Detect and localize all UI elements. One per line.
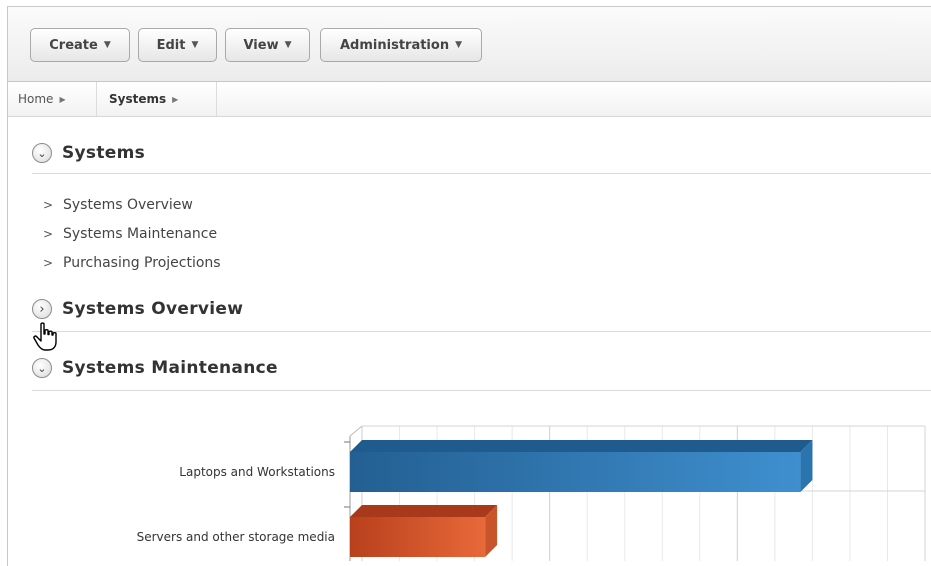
- bar: [350, 517, 486, 557]
- category-label: Laptops and Workstations: [179, 465, 335, 479]
- bar-top-face: [350, 505, 498, 517]
- chart-bars: [350, 440, 813, 557]
- category-label: Servers and other storage media: [137, 530, 335, 544]
- bar: [350, 452, 801, 492]
- axis-line: [349, 425, 363, 437]
- bar-top-face: [350, 440, 813, 452]
- systems-maintenance-chart: Laptops and Workstations Servers and othe…: [137, 425, 926, 561]
- chart-labels: Laptops and Workstations Servers and othe…: [137, 465, 335, 544]
